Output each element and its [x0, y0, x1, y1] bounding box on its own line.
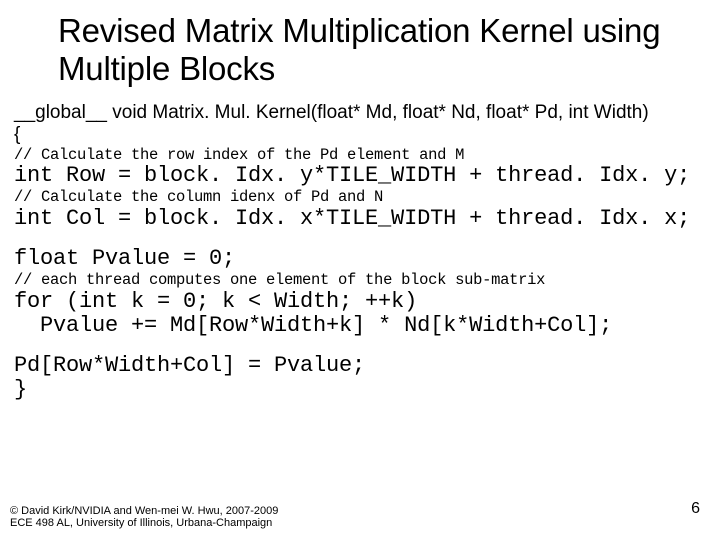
comment-row: // Calculate the row index of the Pd ele… [14, 146, 708, 165]
brace-open: { [14, 124, 708, 146]
loop-body: Pvalue += Md[Row*Width+k] * Nd[k*Width+C… [14, 314, 708, 338]
slide-title: Revised Matrix Multiplication Kernel usi… [10, 12, 710, 88]
kernel-signature: __global__ void Matrix. Mul. Kernel(floa… [14, 102, 708, 124]
pvalue-init: float Pvalue = 0; [14, 247, 708, 271]
comment-col: // Calculate the column idenx of Pd and … [14, 188, 708, 207]
page-number: 6 [691, 500, 700, 518]
comment-loop: // each thread computes one element of t… [14, 271, 708, 290]
footer-line-1: © David Kirk/NVIDIA and Wen-mei W. Hwu, … [10, 505, 278, 518]
result-assign: Pd[Row*Width+Col] = Pvalue; [14, 354, 708, 378]
col-assignment: int Col = block. Idx. x*TILE_WIDTH + thr… [14, 207, 708, 231]
code-block: __global__ void Matrix. Mul. Kernel(floa… [10, 102, 710, 403]
footer-line-2: ECE 498 AL, University of Illinois, Urba… [10, 517, 278, 530]
for-loop: for (int k = 0; k < Width; ++k) [14, 290, 708, 314]
copyright-footer: © David Kirk/NVIDIA and Wen-mei W. Hwu, … [10, 505, 278, 530]
brace-close: } [14, 378, 708, 402]
row-assignment: int Row = block. Idx. y*TILE_WIDTH + thr… [14, 164, 708, 188]
